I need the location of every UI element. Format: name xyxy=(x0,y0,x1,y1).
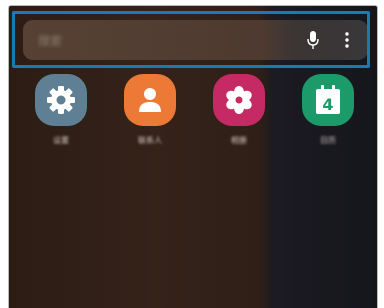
flower-icon xyxy=(226,86,252,114)
app-calendar[interactable]: 4 日历 xyxy=(298,74,358,145)
app-icon-gallery xyxy=(213,74,265,126)
search-bar-highlight xyxy=(12,11,370,68)
app-gallery[interactable]: 相册 xyxy=(209,74,269,145)
app-label-calendar: 日历 xyxy=(320,136,336,145)
app-icon-contacts xyxy=(124,74,176,126)
app-contacts[interactable]: 联系人 xyxy=(120,74,180,145)
person-icon xyxy=(139,88,161,112)
gear-icon xyxy=(47,86,75,114)
app-icon-calendar: 4 xyxy=(302,74,354,126)
app-label-settings: 设置 xyxy=(53,136,69,145)
calendar-day-number: 4 xyxy=(322,95,333,114)
app-label-gallery: 相册 xyxy=(231,136,247,145)
app-icon-settings xyxy=(35,74,87,126)
app-label-contacts: 联系人 xyxy=(138,136,162,145)
app-settings[interactable]: 设置 xyxy=(31,74,91,145)
calendar-icon: 4 xyxy=(316,85,340,114)
